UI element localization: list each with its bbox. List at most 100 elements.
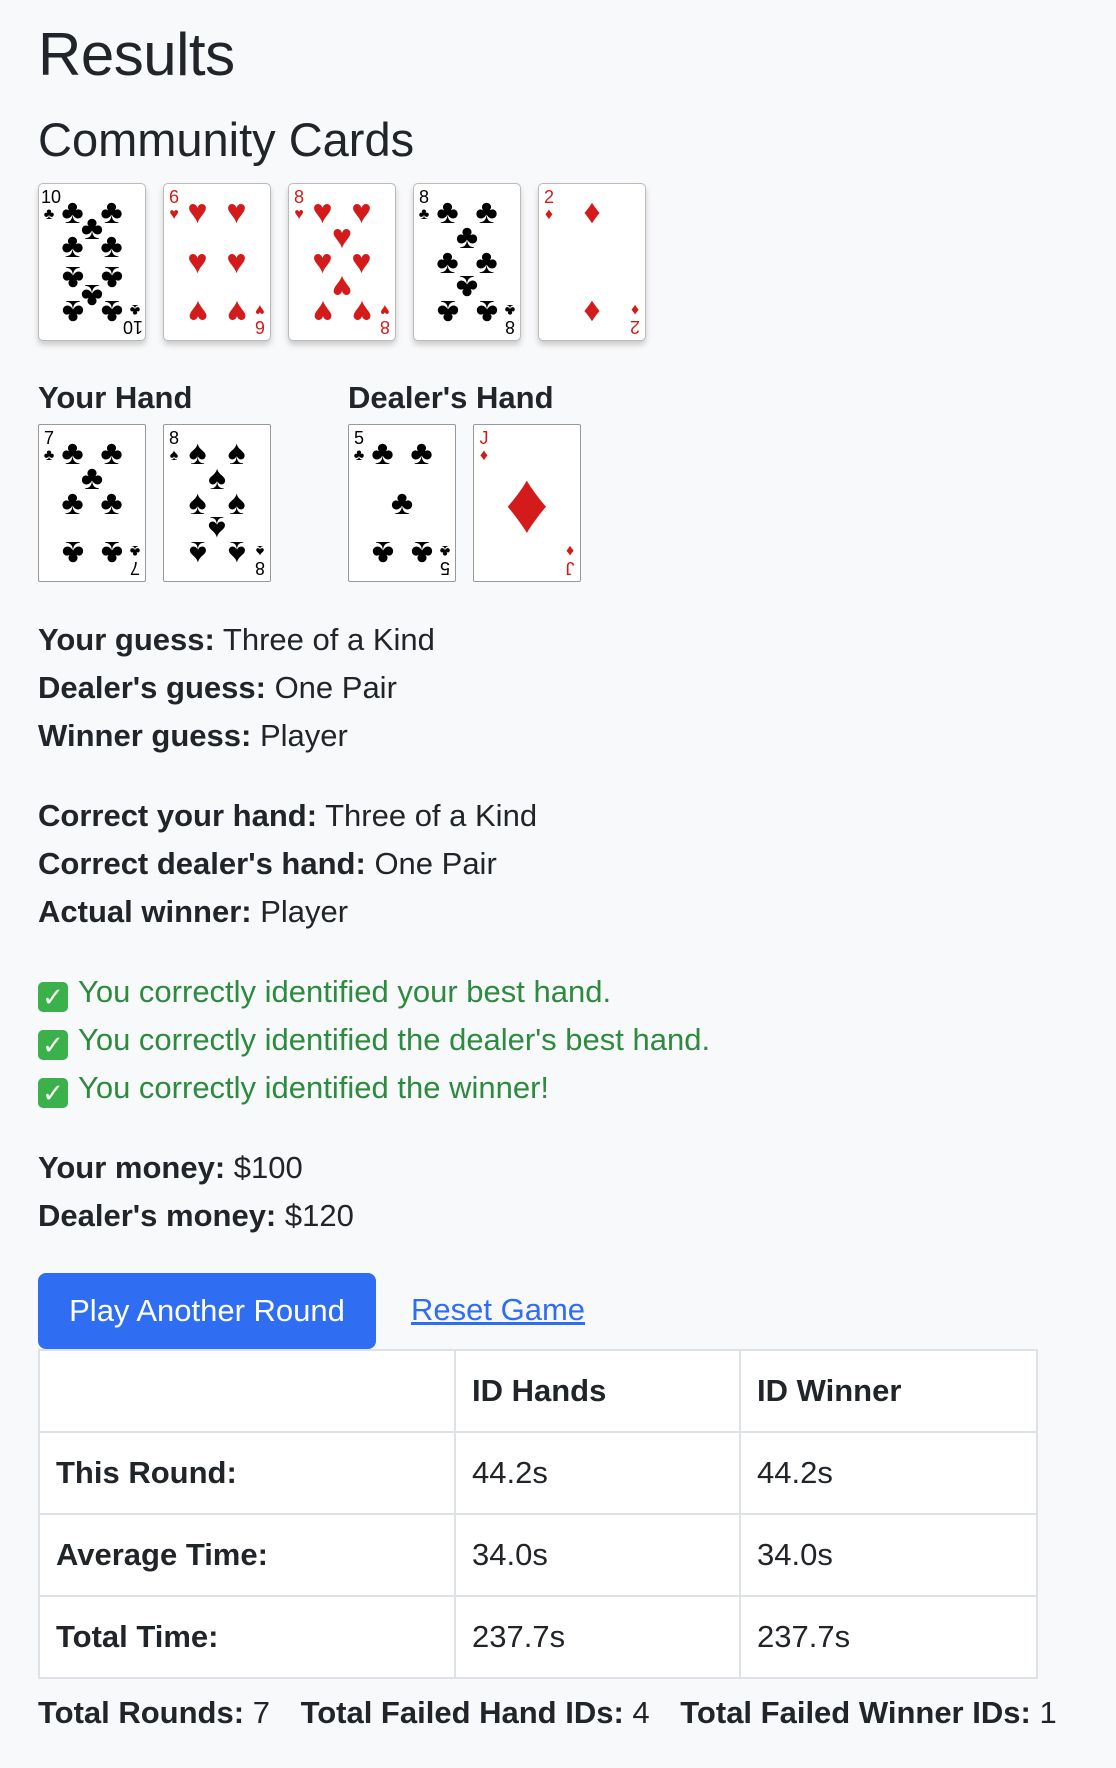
suit-pip-icon: ♠ <box>188 534 207 573</box>
suit-pip-icon: ♣ <box>475 243 498 281</box>
suit-pip-icon: ♣ <box>390 484 414 522</box>
actual-winner-line: Actual winner: Player <box>38 888 537 936</box>
page-title: Results <box>38 21 235 88</box>
playing-card-8: 8 ♠ 8 ♠ ♠ ♠ ♠ ♠ ♠ ♠ ♠ ♠ <box>163 424 271 582</box>
card-rank: J <box>479 428 489 448</box>
suit-pip-icon: ♣ <box>100 433 123 472</box>
playing-card-8: 8 ♥ 8 ♥ ♥ ♥ ♥ ♥ ♥ ♥ ♥ ♥ <box>288 183 396 341</box>
suit-pip-icon: ♥ <box>226 192 247 231</box>
suit-pip-icon: ♥ <box>331 217 353 256</box>
feedback-line-3: ✓ You correctly identified the winner! <box>38 1064 710 1112</box>
suit-pip-icon: ♣ <box>100 534 123 573</box>
suit-pip-icon: ♥ <box>351 192 372 231</box>
row-label: This Round: <box>38 1431 456 1515</box>
id-winner-cell: 44.2s <box>739 1431 1038 1515</box>
check-mark-icon: ✓ <box>38 1078 68 1108</box>
table-row: Average Time: 34.0s 34.0s <box>38 1513 1038 1597</box>
total-failed-hand-ids: Total Failed Hand IDs: 4 <box>300 1695 650 1730</box>
feedback-line-2: ✓ You correctly identified the dealer's b… <box>38 1016 710 1064</box>
card-pips: ♥ ♥ ♥ ♥ ♥ ♥ <box>178 192 256 332</box>
dealer-hand-cards: 5 ♣ 5 ♣ ♣ ♣ ♣ ♣ ♣ J ♦ J ♦ ♦ <box>348 424 581 582</box>
row-label: Total Time: <box>38 1595 456 1679</box>
suit-pip-icon: ♠ <box>227 433 246 472</box>
suit-pip-icon: ♠ <box>207 509 227 548</box>
suit-pip-icon: ♠ <box>188 484 207 522</box>
suit-pip-icon: ♣ <box>80 277 104 316</box>
suit-pip-icon: ♦ <box>583 293 601 332</box>
total-failed-winner-ids: Total Failed Winner IDs: 1 <box>680 1695 1057 1730</box>
card-rank: J <box>565 558 575 578</box>
suit-pip-icon: ♥ <box>351 243 372 281</box>
your-hand-cards: 7 ♣ 7 ♣ ♣ ♣ ♣ ♣ ♣ ♣ ♣ 8 ♠ 8 ♠ ♠ ♠ ♠ ♠ ♠ ♠ ♠ ♠ <box>38 424 271 582</box>
community-cards-row: 10 ♣ 10 ♣ ♣ ♣ ♣ ♣ ♣ ♣ ♣ ♣ ♣ ♣ 6 ♥ 6 ♥ ♥ ♥ ♥ ♥ ♥ ♥ 8 ♥ 8 ♥ ♥ ♥ ♥ ♥ ♥ ♥ ♥ ♥ 8 ♣… <box>38 183 646 341</box>
your-money-line: Your money: $100 <box>38 1144 354 1192</box>
your-guess-line: Your guess: Three of a Kind <box>38 616 435 664</box>
suit-pip-icon: ♣ <box>61 293 84 332</box>
guesses-block: Your guess: Three of a Kind Dealer's gue… <box>38 616 435 760</box>
suit-pip-icon: ♥ <box>226 293 247 332</box>
correct-dealer-label: Correct dealer's hand: <box>38 846 366 881</box>
table-header-row: ID Hands ID Winner <box>38 1349 1038 1433</box>
suit-pip-icon: ♣ <box>100 293 123 332</box>
feedback-line-1: ✓ You correctly identified your best hand… <box>38 968 710 1016</box>
your-hand-label: Your Hand <box>38 380 193 415</box>
your-money-value: $100 <box>233 1150 303 1185</box>
table-header-id-winner: ID Winner <box>739 1349 1038 1433</box>
suit-pip-icon: ♣ <box>371 534 394 573</box>
actual-winner-label: Actual winner: <box>38 894 252 929</box>
suit-pip-icon: ♠ <box>227 534 246 573</box>
totals-summary: Total Rounds: 7 Total Failed Hand IDs: 4… <box>38 1695 1079 1731</box>
playing-card-6: 6 ♥ 6 ♥ ♥ ♥ ♥ ♥ ♥ ♥ <box>163 183 271 341</box>
suit-pip-icon: ♠ <box>188 433 207 472</box>
correct-dealer-line: Correct dealer's hand: One Pair <box>38 840 537 888</box>
card-pips: ♣ ♣ ♣ ♣ ♣ ♣ ♣ ♣ ♣ ♣ <box>53 192 131 332</box>
suit-pip-icon: ♣ <box>475 293 498 332</box>
suit-pip-icon: ♣ <box>410 534 433 573</box>
dealer-guess-value: One Pair <box>274 670 397 705</box>
suit-pip-icon: ♣ <box>100 484 123 522</box>
card-suit-icon: ♦ <box>565 542 575 559</box>
id-hands-cell: 237.7s <box>454 1595 741 1679</box>
actual-winner-value: Player <box>260 894 349 929</box>
suit-pip-icon: ♥ <box>187 192 208 231</box>
suit-pip-icon: ♣ <box>455 268 479 307</box>
id-winner-cell: 237.7s <box>739 1595 1038 1679</box>
id-hands-cell: 34.0s <box>454 1513 741 1597</box>
card-pips: ♣ ♣ ♣ ♣ ♣ ♣ ♣ ♣ <box>428 195 506 332</box>
total-rounds: Total Rounds: 7 <box>38 1695 270 1730</box>
suit-pip-icon: ♥ <box>312 243 333 281</box>
card-pips: ♥ ♥ ♥ ♥ ♥ ♥ ♥ ♥ <box>303 192 381 332</box>
play-another-round-button[interactable]: Play Another Round <box>38 1273 376 1349</box>
table-header-id-hands: ID Hands <box>454 1349 741 1433</box>
suit-pip-icon: ♥ <box>226 243 247 281</box>
suit-pip-icon: ♥ <box>187 243 208 281</box>
money-block: Your money: $100 Dealer's money: $120 <box>38 1144 354 1240</box>
table-row: Total Time: 237.7s 237.7s <box>38 1595 1038 1679</box>
card-pips: ♠ ♠ ♠ ♠ ♠ ♠ ♠ ♠ <box>178 433 256 573</box>
playing-card-2: 2 ♦ 2 ♦ ♦ ♦ <box>538 183 646 341</box>
dealer-money-value: $120 <box>284 1198 354 1233</box>
table-row: This Round: 44.2s 44.2s <box>38 1431 1038 1515</box>
row-label: Average Time: <box>38 1513 456 1597</box>
correct-your-value: Three of a Kind <box>325 798 538 833</box>
your-money-label: Your money: <box>38 1150 226 1185</box>
suit-pip-icon: ♥ <box>312 293 333 332</box>
suit-pip-icon: ♠ <box>207 458 227 497</box>
timing-stats-table: ID Hands ID Winner This Round: 44.2s 44.… <box>38 1349 1038 1679</box>
check-mark-icon: ✓ <box>38 1030 68 1060</box>
id-hands-cell: 44.2s <box>454 1431 741 1515</box>
your-guess-label: Your guess: <box>38 622 215 657</box>
card-pips: ♦ ♦ <box>553 192 631 332</box>
correct-dealer-value: One Pair <box>374 846 497 881</box>
suit-pip-icon: ♥ <box>331 268 353 307</box>
dealer-money-line: Dealer's money: $120 <box>38 1192 354 1240</box>
face-card-suit-icon: ♦ <box>505 455 549 551</box>
suit-pip-icon: ♣ <box>436 293 459 332</box>
suit-pip-icon: ♣ <box>100 192 123 231</box>
suit-pip-icon: ♦ <box>583 192 601 231</box>
card-corner-index: J ♦ <box>562 541 578 578</box>
suit-pip-icon: ♣ <box>371 433 394 472</box>
reset-game-link[interactable]: Reset Game <box>411 1292 585 1328</box>
suit-pip-icon: ♥ <box>312 192 333 231</box>
table-header-empty <box>38 1349 456 1433</box>
